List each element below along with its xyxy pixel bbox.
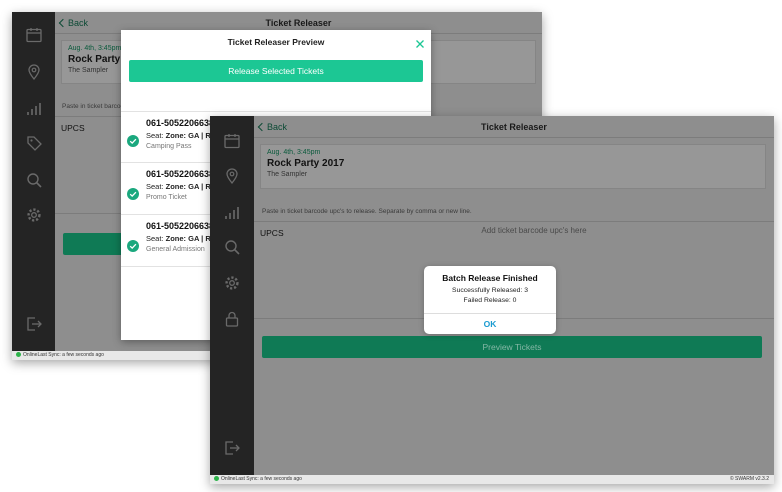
ticket-type: Promo Ticket [146, 194, 187, 201]
event-name: Rock Party 2017 [267, 158, 345, 169]
success-count: Successfully Released: 3 [452, 287, 528, 294]
sidebar [210, 116, 254, 475]
seat-prefix: Seat: [146, 182, 166, 191]
online-dot-icon [16, 352, 21, 358]
calendar-icon[interactable] [223, 132, 241, 150]
check-circle-icon[interactable] [127, 134, 139, 147]
sync-status: OnlineLast Sync: a few seconds ago [221, 476, 302, 482]
alert-title: Batch Release Finished [442, 273, 538, 283]
event-venue: The Sampler [267, 171, 308, 178]
event-date: Aug. 4th, 3:45pm [267, 149, 321, 156]
chart-icon[interactable] [25, 100, 43, 118]
location-icon[interactable] [25, 63, 43, 81]
page-title: Ticket Releaser [481, 122, 547, 132]
upcs-label: UPCS [260, 228, 284, 238]
app-version: © SWARM v2.3.2 [729, 476, 769, 482]
front-app-screen: Back Ticket Releaser Aug. 4th, 3:45pm Ro… [210, 116, 774, 484]
location-icon[interactable] [223, 167, 241, 185]
tag-icon[interactable] [25, 134, 43, 152]
release-selected-tickets-button[interactable]: Release Selected Tickets [129, 60, 423, 82]
event-card: Aug. 4th, 3:45pm Rock Party 2017 The Sam… [260, 144, 766, 189]
calendar-icon[interactable] [25, 26, 43, 44]
lock-icon[interactable] [223, 310, 241, 328]
failed-count: Failed Release: 0 [463, 297, 517, 304]
modal-title: Ticket Releaser Preview [227, 37, 325, 47]
top-nav-bar: Back Ticket Releaser [254, 116, 774, 138]
ticket-type: Camping Pass [146, 143, 192, 150]
instruction-hint: Paste in ticket barcode upc's to release… [262, 208, 472, 215]
sync-status: OnlineLast Sync: a few seconds ago [23, 352, 104, 358]
logout-icon[interactable] [223, 439, 241, 457]
search-icon[interactable] [223, 238, 241, 256]
seat-zone: Zone: GA [165, 234, 200, 243]
ticket-seat: Seat: Zone: GA | Ro [146, 182, 215, 191]
ticket-barcode: 061-5052206638 [146, 221, 215, 231]
seat-prefix: Seat: [146, 234, 166, 243]
batch-release-alert: Batch Release Finished Successfully Rele… [424, 266, 556, 334]
gear-icon[interactable] [223, 274, 241, 292]
upcs-label: UPCS [61, 123, 85, 133]
ticket-seat: Seat: Zone: GA | Ro [146, 131, 215, 140]
logout-icon[interactable] [25, 315, 43, 333]
instruction-hint: Paste in ticket barcod [62, 103, 125, 110]
check-circle-icon[interactable] [127, 187, 139, 200]
check-circle-icon[interactable] [127, 239, 139, 252]
seat-prefix: Seat: [146, 131, 166, 140]
status-bar: OnlineLast Sync: a few seconds ago © SWAR… [210, 475, 774, 484]
search-icon[interactable] [25, 171, 43, 189]
upcs-input[interactable] [404, 226, 664, 235]
gear-icon[interactable] [25, 206, 43, 224]
online-dot-icon [214, 476, 219, 482]
ok-button[interactable]: OK [424, 314, 556, 334]
ticket-barcode: 061-5052206638 [146, 169, 215, 179]
preview-tickets-button[interactable]: Preview Tickets [262, 336, 762, 358]
close-icon[interactable] [415, 36, 425, 48]
seat-zone: Zone: GA [165, 182, 200, 191]
ticket-type: General Admission [146, 246, 205, 253]
sidebar [12, 12, 55, 351]
ticket-seat: Seat: Zone: GA | Ro [146, 234, 215, 243]
chart-icon[interactable] [223, 204, 241, 222]
seat-zone: Zone: GA [165, 131, 200, 140]
